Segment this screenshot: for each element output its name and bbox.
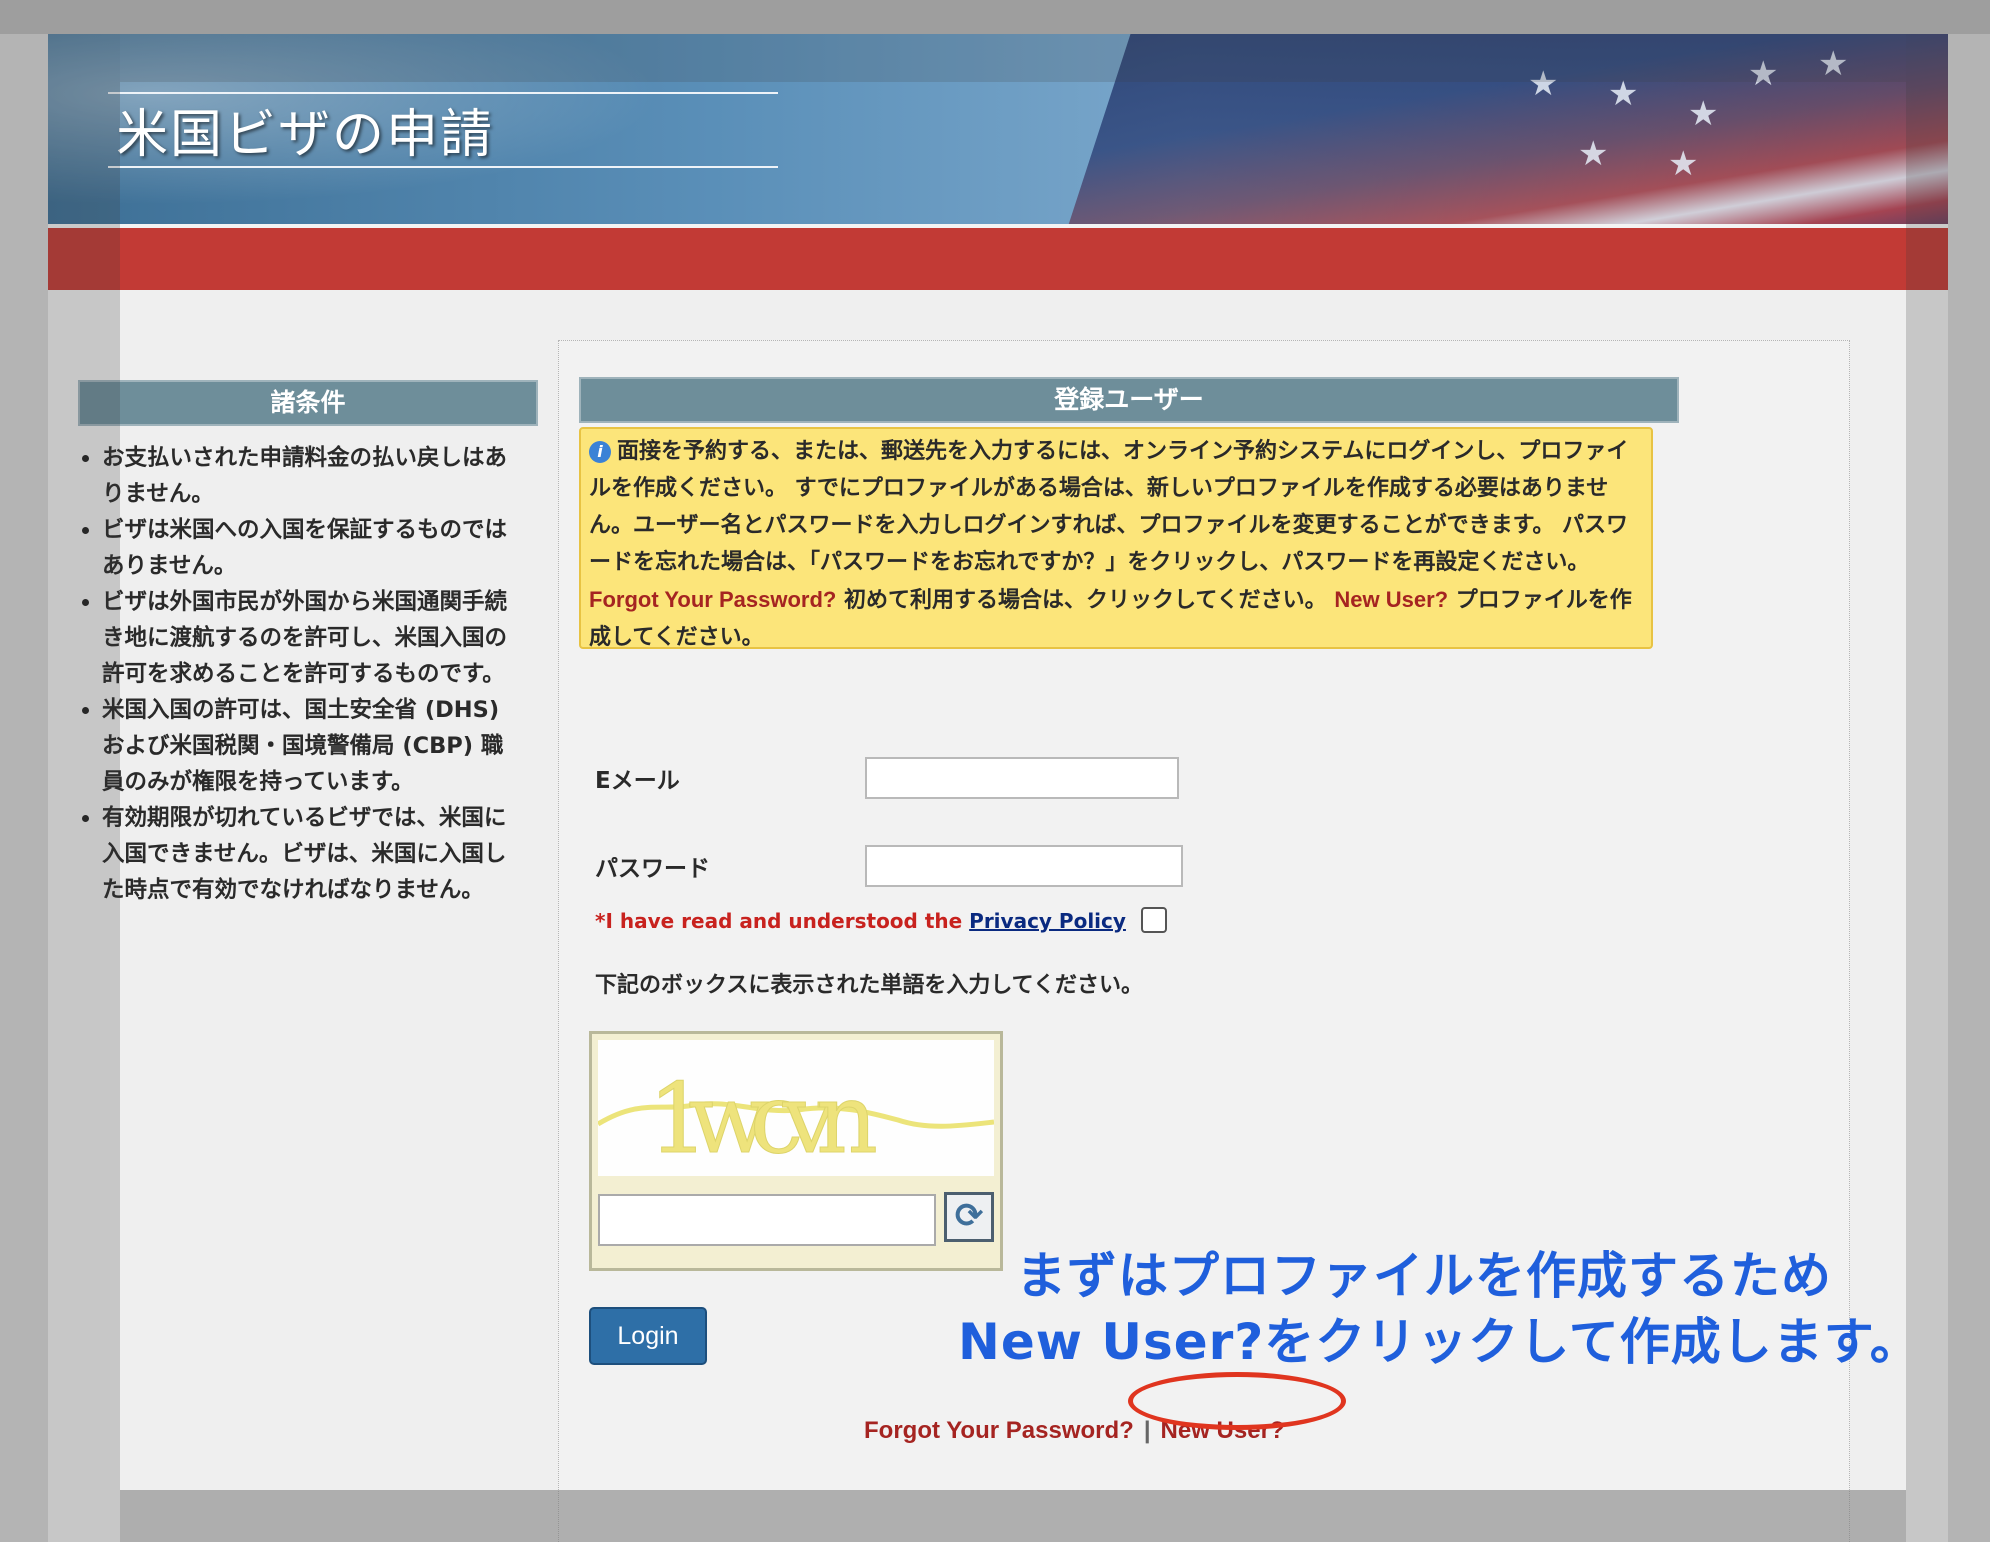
privacy-consent-text: *I have read and understood the [595,909,963,933]
condition-item: 有効期限が切れているビザでは、米国に入国できません。ビザは、米国に入国した時点で… [82,800,512,908]
notice-new-user-link[interactable]: New User? [1334,587,1448,612]
captcha-text: 1wcvn [648,1063,878,1175]
info-icon: i [589,441,611,463]
privacy-consent-row: *I have read and understood the Privacy … [595,907,1167,933]
info-notice: i 面接を予約する、または、郵送先を入力するには、オンライン予約システムにログイン… [579,427,1653,650]
frame-top-band [0,0,1990,34]
star-icon: ★ [1608,74,1639,114]
privacy-policy-link[interactable]: Privacy Policy [969,909,1126,933]
conditions-list: お支払いされた申請料金の払い戻しはありません。 ビザは米国への入国を保証するもの… [78,440,538,908]
notice-text: 初めて利用する場合は、クリックしてください。 [844,588,1327,613]
captcha-instruction: 下記のボックスに表示された単語を入力してください。 [595,973,1144,998]
email-label: Eメール [595,768,680,794]
forgot-password-link[interactable]: Forgot Your Password? [864,1417,1134,1444]
conditions-sidebar: 諸条件 お支払いされた申請料金の払い戻しはありません。 ビザは米国への入国を保証… [78,380,538,908]
title-rule-bottom [108,166,778,168]
notice-forgot-password-link[interactable]: Forgot Your Password? [589,587,836,612]
captcha-image: 1wcvn [598,1040,994,1176]
conditions-heading: 諸条件 [78,380,538,426]
captcha-graphic: 1wcvn [598,1063,994,1176]
condition-item: お支払いされた申請料金の払い戻しはありません。 [82,440,512,512]
login-button[interactable]: Login [589,1307,707,1365]
privacy-checkbox[interactable] [1140,907,1167,933]
link-separator: | [1143,1417,1151,1444]
annotation-line-1: まずはプロファイルを作成するため [1016,1247,1832,1305]
password-label: パスワード [595,856,710,882]
condition-item: ビザは米国への入国を保証するものではありません。 [82,512,512,584]
annotation-line-2: New User?をクリックして作成します。 [958,1313,1921,1371]
captcha-input[interactable] [598,1194,936,1246]
star-icon: ★ [1528,64,1559,104]
header-banner: ★ ★ ★ ★ ★ ★ ★ 米国ビザの申請 [48,34,1948,224]
email-field[interactable] [865,757,1179,799]
condition-item: ビザは外国市民が外国から米国通関手続き地に渡航するのを許可し、米国入国の許可を求… [82,584,512,692]
highlight-ellipse [1128,1372,1346,1430]
star-icon: ★ [1688,94,1719,134]
refresh-icon[interactable]: ⟳ [944,1192,994,1242]
star-icon: ★ [1748,54,1779,94]
notice-text: 面接を予約する、または、郵送先を入力するには、オンライン予約システムにログインし… [589,439,1629,575]
us-flag-image [1059,34,1948,224]
password-field[interactable] [865,845,1183,887]
captcha-widget: 1wcvn ⟳ [589,1031,1003,1271]
star-icon: ★ [1578,134,1609,174]
star-icon: ★ [1668,144,1699,184]
registered-user-heading: 登録ユーザー [579,377,1679,423]
condition-item: 米国入国の許可は、国土安全省 (DHS) および米国税関・国境警備局 (CBP)… [82,692,512,800]
red-nav-bar [48,228,1948,290]
site-title: 米国ビザの申請 [116,105,495,165]
star-icon: ★ [1818,44,1849,84]
